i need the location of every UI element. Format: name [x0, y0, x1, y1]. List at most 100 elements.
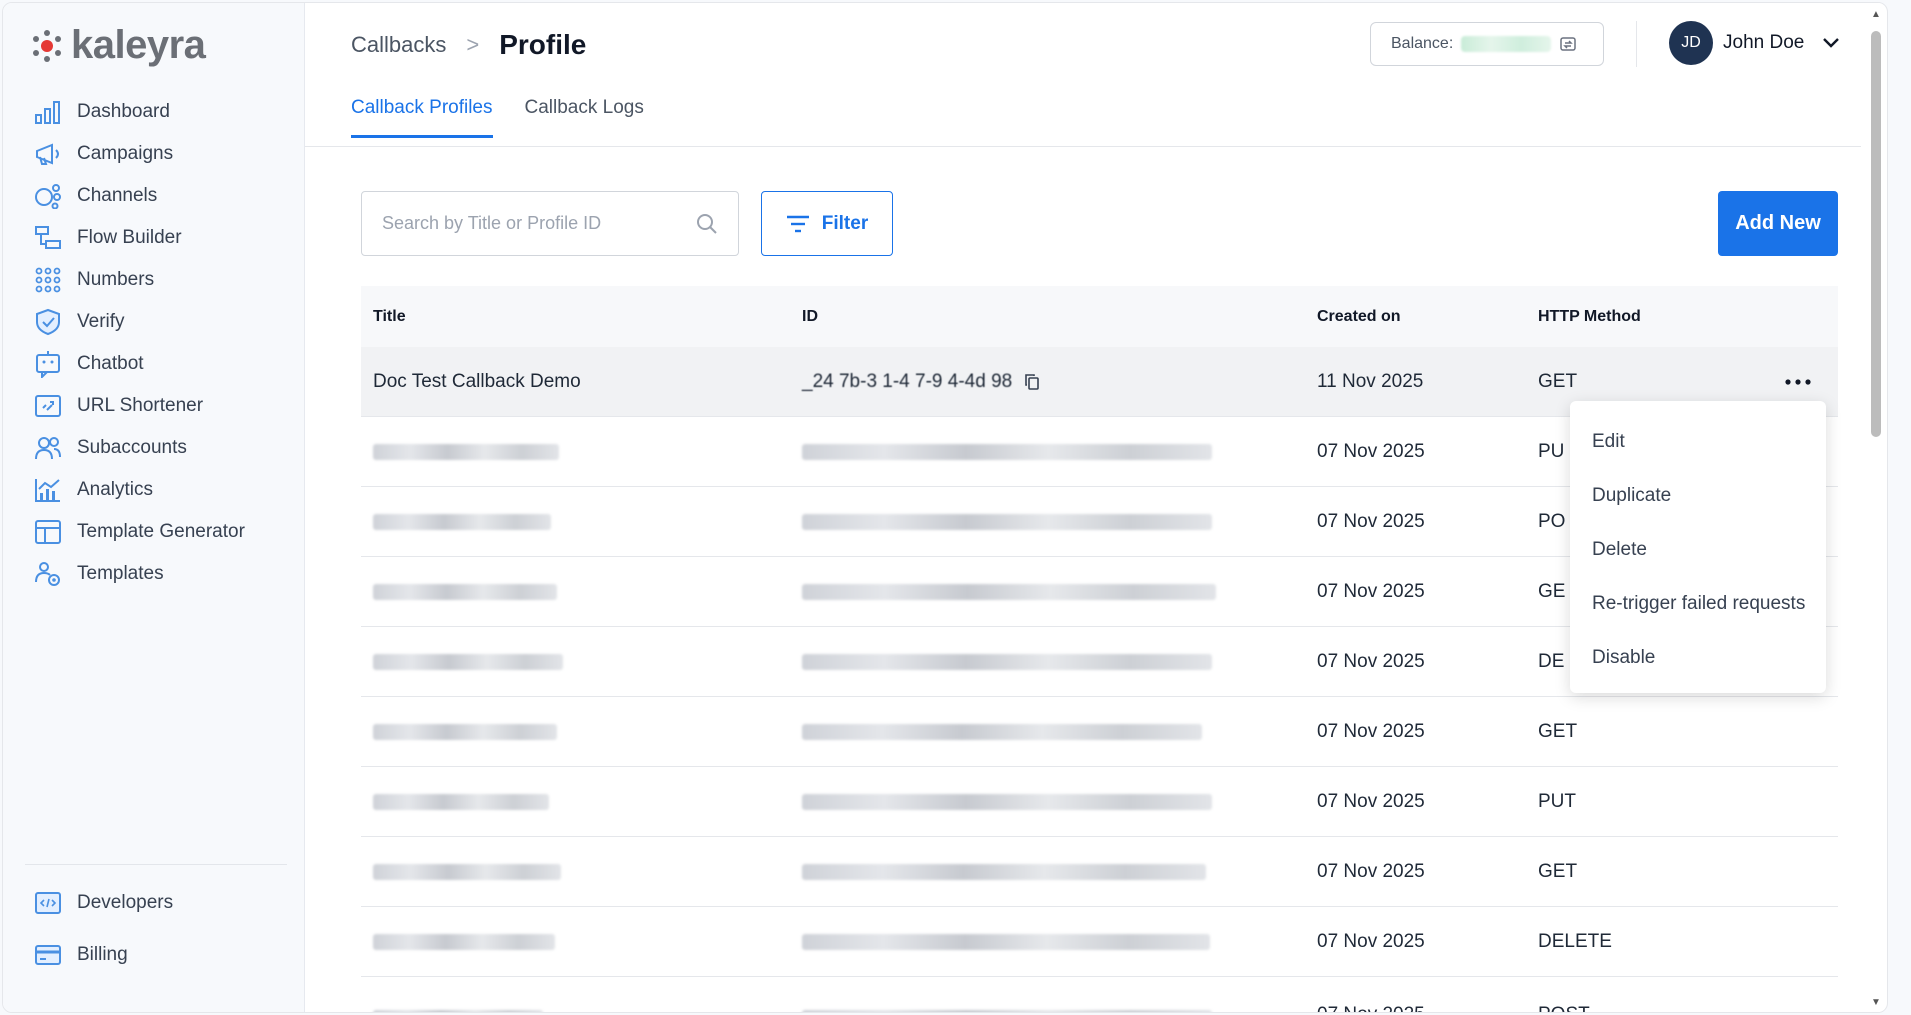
sidebar-item-template-generator[interactable]: Template Generator [33, 515, 245, 549]
row-title-redacted [373, 583, 557, 600]
breadcrumb: Callbacks > Profile [351, 29, 586, 61]
sidebar-item-label: Dashboard [77, 101, 170, 122]
sidebar-item-channels[interactable]: Channels [33, 179, 157, 213]
row-http-method: DELETE [1538, 930, 1612, 952]
row-created-on: 07 Nov 2025 [1317, 650, 1425, 672]
sidebar-item-templates[interactable]: Templates [33, 557, 164, 591]
chevron-right-icon: > [466, 32, 480, 57]
user-name: John Doe [1723, 32, 1805, 53]
sidebar-item-developers[interactable]: Developers [33, 886, 173, 920]
column-header-created-on: Created on [1317, 307, 1401, 325]
users-icon [33, 433, 63, 463]
row-created-on: 07 Nov 2025 [1317, 720, 1425, 742]
row-created-on: 07 Nov 2025 [1317, 1004, 1538, 1012]
table-row[interactable]: 07 Nov 2025 PUT [361, 767, 1838, 837]
menu-item-duplicate[interactable]: Duplicate [1570, 469, 1826, 523]
vertical-scrollbar[interactable]: ▲ ▼ [1867, 3, 1885, 1012]
filter-icon [786, 215, 810, 233]
tab-bar: Callback Profiles Callback Logs [351, 97, 644, 138]
row-id-redacted [802, 723, 1202, 740]
row-title-redacted [373, 513, 551, 530]
refresh-icon[interactable] [1559, 35, 1577, 53]
balance-box: Balance: [1370, 22, 1604, 66]
filter-label: Filter [821, 212, 869, 234]
menu-item-disable[interactable]: Disable [1570, 631, 1826, 685]
code-icon [33, 888, 63, 918]
row-created-on: 11 Nov 2025 [1317, 370, 1424, 392]
chevron-down-icon [1822, 37, 1840, 49]
breadcrumb-callbacks-link[interactable]: Callbacks [351, 32, 446, 58]
tab-callback-profiles[interactable]: Callback Profiles [351, 97, 493, 138]
row-created-on: 07 Nov 2025 [1317, 860, 1425, 882]
row-id: _24 7b-3 1-4 7-9 4-4d 98 [802, 370, 1013, 392]
scrollbar-thumb[interactable] [1871, 31, 1881, 437]
row-id-redacted [802, 793, 1212, 810]
add-new-button[interactable]: Add New [1718, 191, 1838, 256]
sidebar-item-numbers[interactable]: Numbers [33, 263, 154, 297]
brand-name: kaleyra [71, 23, 206, 67]
row-id-redacted [802, 513, 1212, 530]
shield-check-icon [33, 307, 63, 337]
sidebar-item-label: URL Shortener [77, 395, 204, 416]
kaleyra-logo-icon [33, 29, 61, 62]
row-id-redacted [802, 933, 1210, 950]
menu-item-delete[interactable]: Delete [1570, 523, 1826, 577]
analytics-icon [33, 475, 63, 505]
row-title-redacted [373, 723, 557, 740]
table-row[interactable]: 07 Nov 2025 DELETE [361, 907, 1838, 977]
sidebar-item-billing[interactable]: Billing [33, 938, 128, 972]
sidebar-item-chatbot[interactable]: Chatbot [33, 347, 144, 381]
sidebar-item-dashboard[interactable]: Dashboard [33, 95, 170, 129]
filter-button[interactable]: Filter [761, 191, 893, 256]
dial-pad-icon [33, 265, 63, 295]
sidebar-item-url-shortener[interactable]: URL Shortener [33, 389, 203, 423]
link-icon [33, 391, 63, 421]
sidebar-item-label: Analytics [77, 479, 154, 500]
row-created-on: 07 Nov 2025 [1317, 440, 1425, 462]
sidebar-item-label: Chatbot [77, 353, 144, 374]
row-created-on: 07 Nov 2025 [1317, 580, 1425, 602]
main-content: Callbacks > Profile Balance: JD John Doe… [305, 3, 1861, 1012]
row-title-redacted [373, 443, 559, 460]
balance-label: Balance: [1391, 35, 1454, 52]
column-header-title: Title [373, 307, 406, 325]
menu-item-retrigger-failed-requests[interactable]: Re-trigger failed requests [1570, 577, 1826, 631]
table-row[interactable]: 07 Nov 2025 GET [361, 697, 1838, 767]
sidebar-item-verify[interactable]: Verify [33, 305, 125, 339]
row-id-redacted [802, 653, 1212, 670]
row-id-redacted [802, 863, 1206, 880]
sidebar-item-subaccounts[interactable]: Subaccounts [33, 431, 187, 465]
bar-chart-icon [33, 97, 63, 127]
table-row[interactable]: 07 Nov 2025 POST [361, 977, 1838, 1012]
copy-icon[interactable] [1024, 373, 1040, 391]
chatbot-icon [33, 349, 63, 379]
sidebar-item-flow-builder[interactable]: Flow Builder [33, 221, 182, 255]
row-actions-menu: Edit Duplicate Delete Re-trigger failed … [1570, 401, 1826, 693]
tab-callback-logs[interactable]: Callback Logs [525, 97, 644, 138]
row-id-redacted [802, 1010, 1212, 1012]
table-row[interactable]: 07 Nov 2025 GET [361, 837, 1838, 907]
templates-gear-icon [33, 559, 63, 589]
sidebar-item-analytics[interactable]: Analytics [33, 473, 153, 507]
row-title-redacted [373, 933, 555, 950]
scroll-up-icon[interactable]: ▲ [1871, 9, 1881, 20]
sidebar-item-label: Flow Builder [77, 227, 182, 248]
balance-value-redacted [1461, 36, 1552, 52]
sidebar-item-label: Developers [77, 892, 174, 913]
scroll-down-icon[interactable]: ▼ [1871, 997, 1881, 1008]
row-title-redacted [373, 1010, 543, 1012]
search-input[interactable] [382, 213, 696, 234]
menu-item-edit[interactable]: Edit [1570, 415, 1826, 469]
page-title: Profile [499, 29, 587, 60]
brand-logo[interactable]: kaleyra [31, 23, 206, 68]
row-created-on: 07 Nov 2025 [1317, 930, 1425, 952]
row-id-redacted [802, 443, 1212, 460]
search-icon[interactable] [696, 213, 718, 235]
sidebar-item-label: Campaigns [77, 143, 174, 164]
sidebar-item-campaigns[interactable]: Campaigns [33, 137, 173, 171]
row-title-redacted [373, 653, 563, 670]
user-menu[interactable]: JD John Doe [1669, 21, 1840, 65]
sidebar-item-label: Numbers [77, 269, 155, 290]
sidebar-item-label: Verify [77, 311, 125, 332]
more-actions-icon[interactable] [1758, 378, 1838, 386]
